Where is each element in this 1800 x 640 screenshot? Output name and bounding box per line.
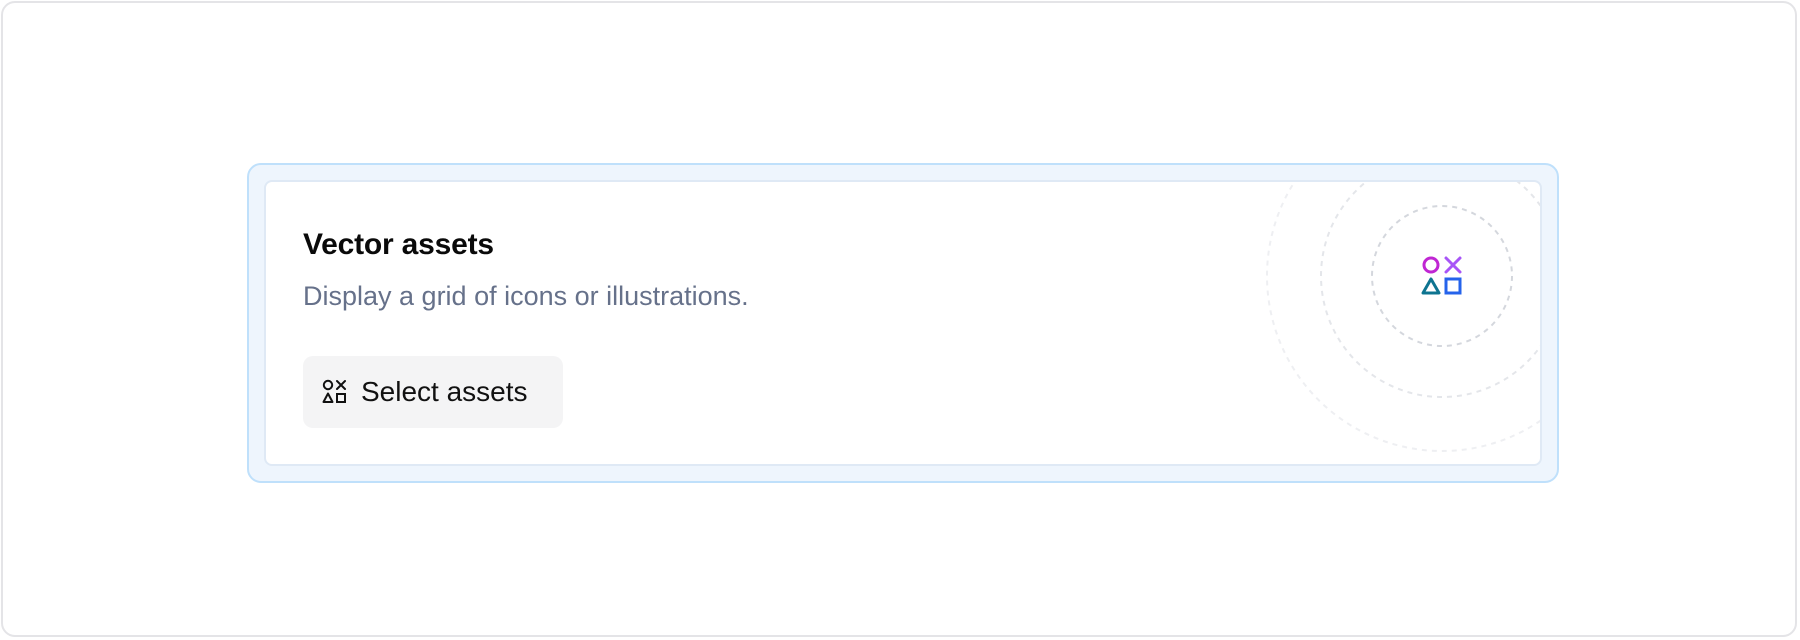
shapes-icon: [1421, 256, 1462, 295]
card-title: Vector assets: [303, 228, 494, 261]
select-assets-button[interactable]: Select assets: [303, 356, 563, 428]
page-frame: Vector assets Display a grid of icons or…: [1, 1, 1797, 637]
vector-assets-card: Vector assets Display a grid of icons or…: [247, 163, 1559, 483]
card-description: Display a grid of icons or illustrations…: [303, 281, 749, 311]
select-assets-label: Select assets: [361, 376, 528, 407]
shapes-icon: [321, 378, 349, 406]
vector-assets-card-inner: Vector assets Display a grid of icons or…: [264, 180, 1542, 466]
